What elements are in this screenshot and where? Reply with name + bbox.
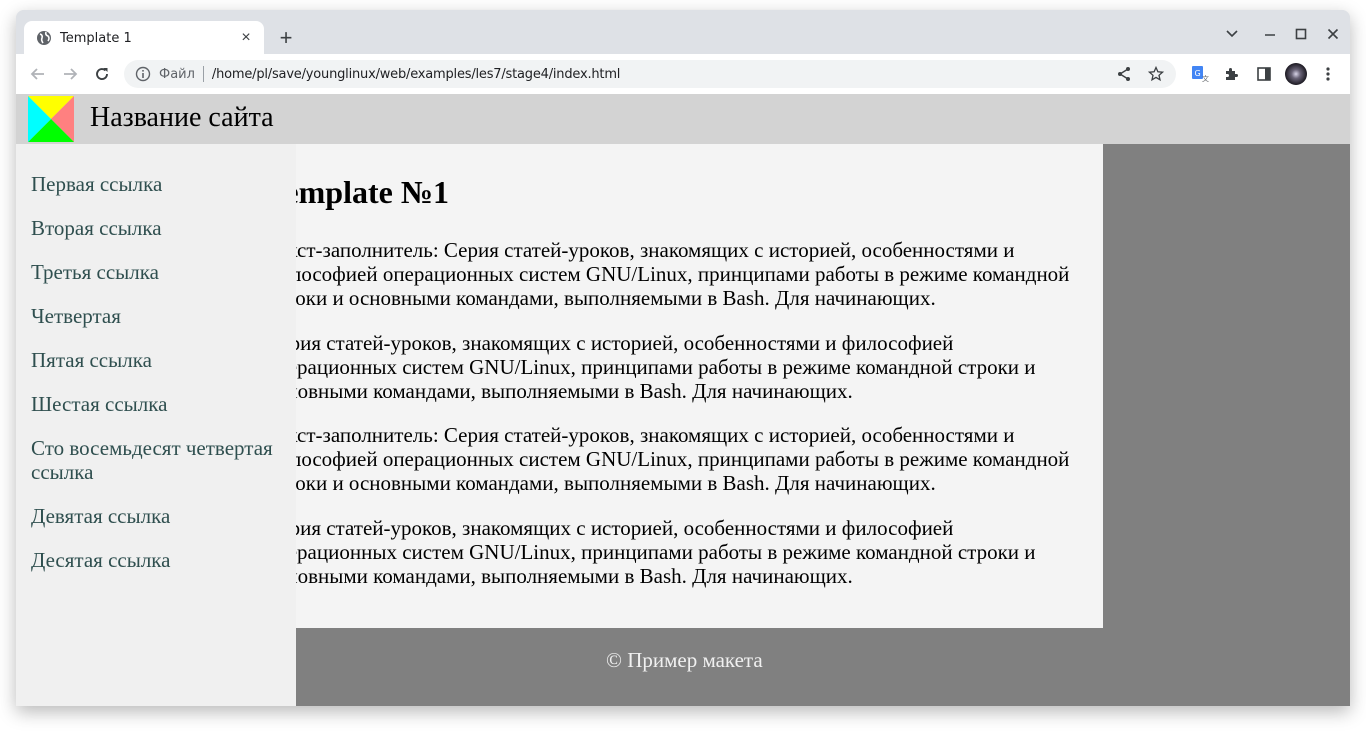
share-button[interactable] [1112, 62, 1136, 86]
nav-link-4[interactable]: Четвертая [31, 304, 121, 328]
address-bar[interactable]: Файл /home/pl/save/younglinux/web/exampl… [124, 60, 1176, 88]
translate-extension-button[interactable]: G文 [1188, 62, 1212, 86]
minimize-button[interactable] [1256, 22, 1284, 46]
nav-link-3[interactable]: Третья ссылка [31, 260, 159, 284]
browser-toolbar: Файл /home/pl/save/younglinux/web/exampl… [16, 54, 1350, 94]
new-tab-button[interactable]: + [274, 25, 298, 50]
sidebar-item: Десятая ссылка [31, 548, 291, 572]
globe-icon [37, 31, 51, 45]
browser-window: Template 1 × + Файл /home/pl/save/youngl… [16, 10, 1350, 706]
svg-text:G: G [1195, 69, 1201, 78]
tab-close-icon[interactable]: × [236, 28, 256, 48]
url-text[interactable]: /home/pl/save/younglinux/web/examples/le… [212, 67, 1112, 82]
menu-button[interactable] [1316, 62, 1340, 86]
more-vert-icon [1326, 67, 1330, 81]
sidebar-item: Пятая ссылка [31, 348, 291, 372]
nav-link-8[interactable]: Девятая ссылка [31, 504, 170, 528]
nav-link-9[interactable]: Десятая ссылка [31, 548, 171, 572]
puzzle-icon [1226, 68, 1238, 80]
article-paragraph: Текст-заполнитель: Серия статей-уроков, … [266, 423, 1070, 495]
arrow-right-icon [64, 68, 78, 80]
sidebar-item: Четвертая [31, 304, 291, 328]
maximize-icon [1295, 28, 1307, 40]
sidebar-item: Первая ссылка [31, 172, 291, 196]
site-header: Название сайта [16, 94, 1350, 144]
profile-button[interactable] [1284, 62, 1308, 86]
reload-button[interactable] [90, 62, 114, 86]
info-icon[interactable] [135, 66, 151, 82]
reload-icon [96, 68, 108, 80]
side-panel-icon [1257, 67, 1271, 81]
footer-copyright: © Пример макета [606, 648, 763, 672]
close-icon [1327, 28, 1339, 40]
sidebar-item: Третья ссылка [31, 260, 291, 284]
article-paragraph: Текст-заполнитель: Серия статей-уроков, … [266, 238, 1070, 310]
article-paragraph: Серия статей-уроков, знакомящих с истори… [266, 331, 1036, 403]
scheme-label: Файл [159, 66, 195, 82]
logo-icon[interactable] [28, 96, 74, 142]
bookmark-button[interactable] [1144, 62, 1168, 86]
nav-link-7[interactable]: Сто восемьдесят четвертая ссылка [31, 436, 273, 484]
arrow-left-icon [30, 68, 44, 80]
nav-link-5[interactable]: Пятая ссылка [31, 348, 152, 372]
sidebar-item: Сто восемьдесят четвертая ссылка [31, 436, 291, 484]
close-window-button[interactable] [1319, 22, 1347, 46]
svg-text:文: 文 [1202, 74, 1209, 83]
nav-link-6[interactable]: Шестая ссылка [31, 392, 167, 416]
share-icon [1118, 67, 1130, 81]
avatar [1285, 63, 1307, 85]
google-translate-icon: G文 [1192, 66, 1209, 83]
back-button[interactable] [26, 62, 50, 86]
scheme-separator [202, 66, 204, 82]
sidebar-nav: Первая ссылка Вторая ссылка Третья ссылк… [16, 144, 296, 706]
article-paragraph: Серия статей-уроков, знакомящих с истори… [266, 516, 1036, 588]
nav-link-2[interactable]: Вторая ссылка [31, 216, 162, 240]
tab-strip: Template 1 × + [16, 10, 1350, 55]
side-panel-button[interactable] [1252, 62, 1276, 86]
site-title: Название сайта [90, 102, 274, 133]
extensions-button[interactable] [1220, 62, 1244, 86]
star-icon [1148, 66, 1164, 82]
sidebar-item: Шестая ссылка [31, 392, 291, 416]
chevron-down-icon [1226, 30, 1238, 38]
minimize-icon [1265, 34, 1275, 36]
sidebar-item: Вторая ссылка [31, 216, 291, 240]
tab-search-button[interactable] [1218, 22, 1246, 46]
maximize-button[interactable] [1287, 22, 1315, 46]
page-viewport: Название сайта Template №1 Текст-заполни… [16, 94, 1350, 706]
tab-title: Template 1 [60, 30, 132, 46]
sidebar-item: Девятая ссылка [31, 504, 291, 528]
nav-link-1[interactable]: Первая ссылка [31, 172, 162, 196]
tab-active[interactable]: Template 1 × [24, 21, 264, 55]
forward-button[interactable] [58, 62, 82, 86]
